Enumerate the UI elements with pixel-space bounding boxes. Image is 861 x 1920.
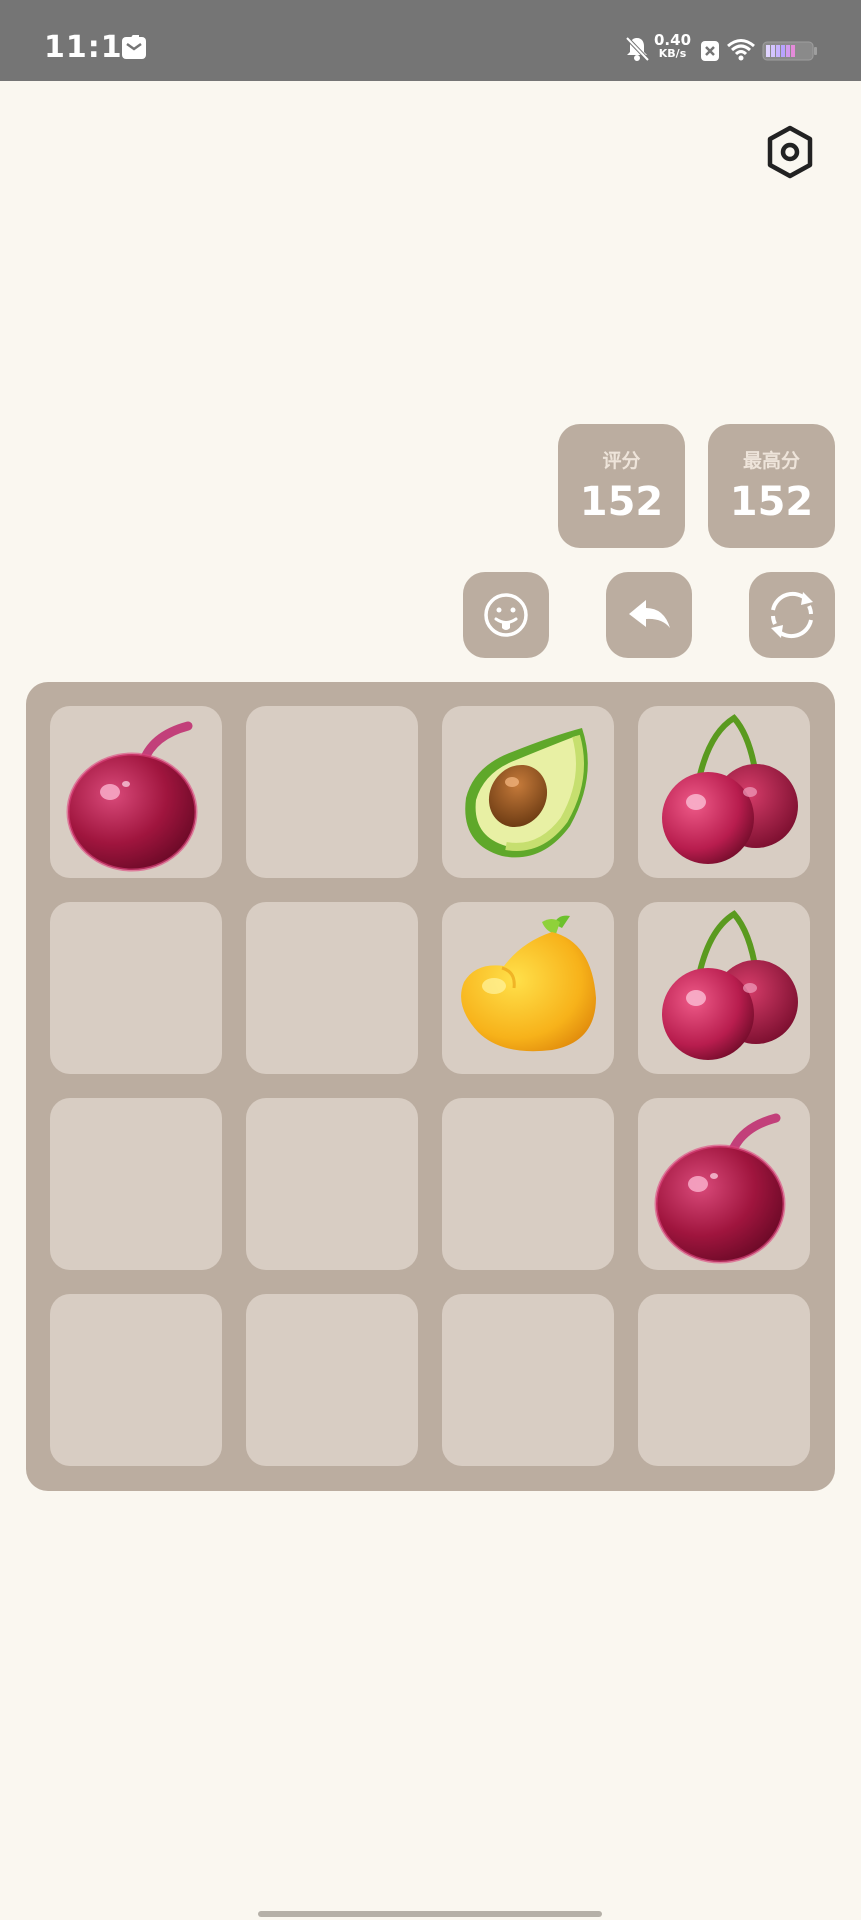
empty-cell	[246, 706, 418, 878]
empty-cell	[50, 1098, 222, 1270]
undo-arrow-icon	[629, 600, 670, 628]
avocado-icon	[465, 728, 588, 858]
mango-icon	[461, 915, 596, 1052]
best-score-value: 152	[729, 479, 814, 525]
wifi-icon	[726, 38, 756, 66]
empty-cell	[442, 1294, 614, 1466]
home-indicator	[258, 1911, 602, 1917]
score-value: 152	[579, 479, 664, 525]
tile-cherry-double	[638, 902, 810, 1074]
cherry-double-icon	[662, 714, 798, 864]
mail-icon	[122, 37, 146, 59]
net-speed-value: 0.40	[654, 31, 692, 49]
empty-cell	[50, 902, 222, 1074]
net-speed: 0.40 KB/s	[654, 33, 691, 61]
tile-cherry-single	[638, 1098, 810, 1270]
undo-button[interactable]	[606, 572, 692, 658]
empty-cell	[246, 1098, 418, 1270]
tile-cherry-single	[50, 706, 222, 878]
score-box: 评分 152	[558, 424, 685, 548]
face-tongue-icon	[484, 593, 528, 637]
settings-icon	[767, 125, 813, 179]
emoji-button[interactable]	[463, 572, 549, 658]
best-score-label: 最高分	[742, 450, 800, 472]
status-bar: 11:14 0.40 KB/s	[0, 0, 861, 81]
best-score-box: 最高分 152	[708, 424, 835, 548]
empty-cell	[638, 1294, 810, 1466]
game-board[interactable]	[26, 682, 835, 1491]
tile-mango	[442, 902, 614, 1074]
settings-button[interactable]	[764, 124, 816, 180]
refresh-icon	[771, 591, 813, 639]
score-label: 评分	[602, 450, 641, 472]
close-box-icon	[700, 40, 720, 66]
cherry-double-icon	[662, 910, 798, 1060]
bell-off-icon	[624, 35, 650, 67]
cherry-single-icon	[654, 1113, 786, 1264]
tile-cherry-double	[638, 706, 810, 878]
empty-cell	[442, 1098, 614, 1270]
net-speed-unit: KB/s	[658, 47, 687, 60]
cherry-single-icon	[66, 721, 198, 872]
empty-cell	[50, 1294, 222, 1466]
empty-cell	[246, 902, 418, 1074]
battery-icon	[762, 40, 818, 66]
empty-cell	[246, 1294, 418, 1466]
restart-button[interactable]	[749, 572, 835, 658]
tile-avocado	[442, 706, 614, 878]
